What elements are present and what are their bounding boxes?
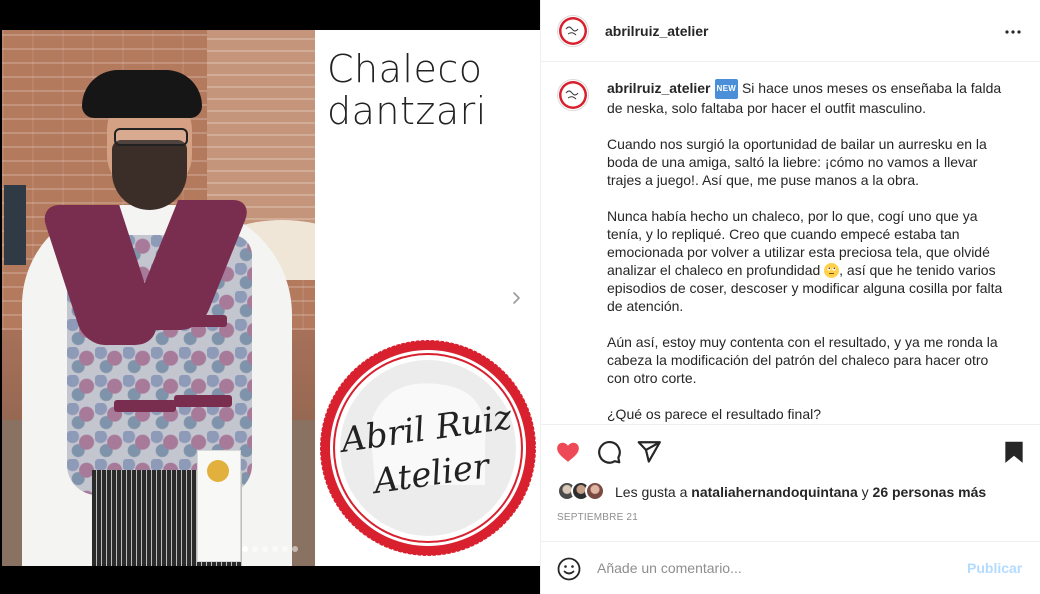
emoji-icon: [557, 557, 581, 581]
share-icon: [637, 441, 661, 463]
post-media[interactable]: Chaleco dantzari Abril Ruiz Atelier: [0, 0, 540, 594]
photo-sash-emblem: [207, 460, 229, 482]
post-photo: [2, 30, 315, 566]
avatar[interactable]: [557, 15, 589, 47]
media-top-band: [0, 0, 540, 30]
likes-prefix: Les gusta a: [615, 484, 688, 500]
likes-joiner: y: [861, 484, 869, 500]
more-options-button[interactable]: [1001, 20, 1025, 44]
carousel-dot: [252, 546, 258, 552]
liker-username[interactable]: nataliahernandoquintana: [691, 484, 857, 500]
comment-input[interactable]: [597, 556, 957, 580]
media-bottom-band: [0, 566, 540, 594]
post-sidebar: abrilruiz_atelier abrilruiz_atelier NEW S…: [540, 0, 1040, 594]
caption-username[interactable]: abrilruiz_atelier: [607, 80, 711, 96]
carousel-dot: [262, 546, 268, 552]
more-icon: [1005, 30, 1021, 34]
photo-beret: [82, 70, 202, 118]
post-date[interactable]: SEPTIEMBRE 21: [557, 512, 638, 523]
bookmark-icon: [1005, 441, 1023, 463]
atelier-logo-mini: [559, 17, 587, 45]
like-button[interactable]: [555, 439, 581, 465]
new-badge-emoji: NEW: [714, 79, 739, 99]
comment-button[interactable]: [596, 439, 622, 465]
carousel-dot: [292, 546, 298, 552]
header-username[interactable]: abrilruiz_atelier: [605, 23, 709, 39]
carousel-next-button[interactable]: [502, 284, 530, 312]
atelier-logo-mini: [559, 81, 587, 109]
caption-text: abrilruiz_atelier NEW Si hace unos meses …: [607, 79, 1007, 423]
comment-icon: [598, 441, 621, 464]
image-title-line2: dantzari: [327, 89, 487, 133]
comment-bar: Publicar: [541, 541, 1040, 594]
photo-pocket: [172, 315, 227, 327]
photo-pocket: [174, 395, 232, 407]
eye-roll-emoji-icon: [824, 263, 840, 278]
next-arrow-icon: [513, 292, 520, 304]
carousel-indicator: [242, 546, 298, 552]
heart-icon: [557, 442, 579, 462]
emoji-picker-button[interactable]: [557, 557, 581, 581]
caption-paragraph-5: ¿Qué os parece el resultado final?: [607, 406, 822, 422]
photo-pocket: [114, 400, 176, 412]
liker-avatar[interactable]: [585, 481, 605, 501]
photo-glasses: [114, 128, 188, 146]
post-header: abrilruiz_atelier: [541, 0, 1040, 62]
save-button[interactable]: [1001, 439, 1027, 465]
carousel-dot: [242, 546, 248, 552]
action-bar: [541, 424, 1040, 476]
avatar[interactable]: [557, 79, 589, 111]
likes-summary: Les gusta a nataliahernandoquintana y 26…: [615, 484, 986, 500]
photo-window: [4, 185, 26, 265]
caption-paragraph-4: Aún así, estoy muy contenta con el resul…: [607, 334, 998, 386]
carousel-dot: [282, 546, 288, 552]
photo-pocket: [82, 320, 142, 332]
likes-others-link[interactable]: 26 personas más: [873, 484, 987, 500]
caption-area: abrilruiz_atelier NEW Si hace unos meses …: [541, 63, 1040, 423]
carousel-dot: [272, 546, 278, 552]
share-button[interactable]: [636, 439, 662, 465]
likes-row: Les gusta a nataliahernandoquintana y 26…: [557, 481, 1027, 503]
image-title-line1: Chaleco: [327, 47, 483, 91]
atelier-logo: Abril Ruiz Atelier: [319, 339, 537, 557]
publish-button[interactable]: Publicar: [967, 560, 1022, 576]
image-title: Chaleco dantzari: [327, 48, 487, 132]
caption-paragraph-2: Cuando nos surgió la oportunidad de bail…: [607, 136, 987, 188]
